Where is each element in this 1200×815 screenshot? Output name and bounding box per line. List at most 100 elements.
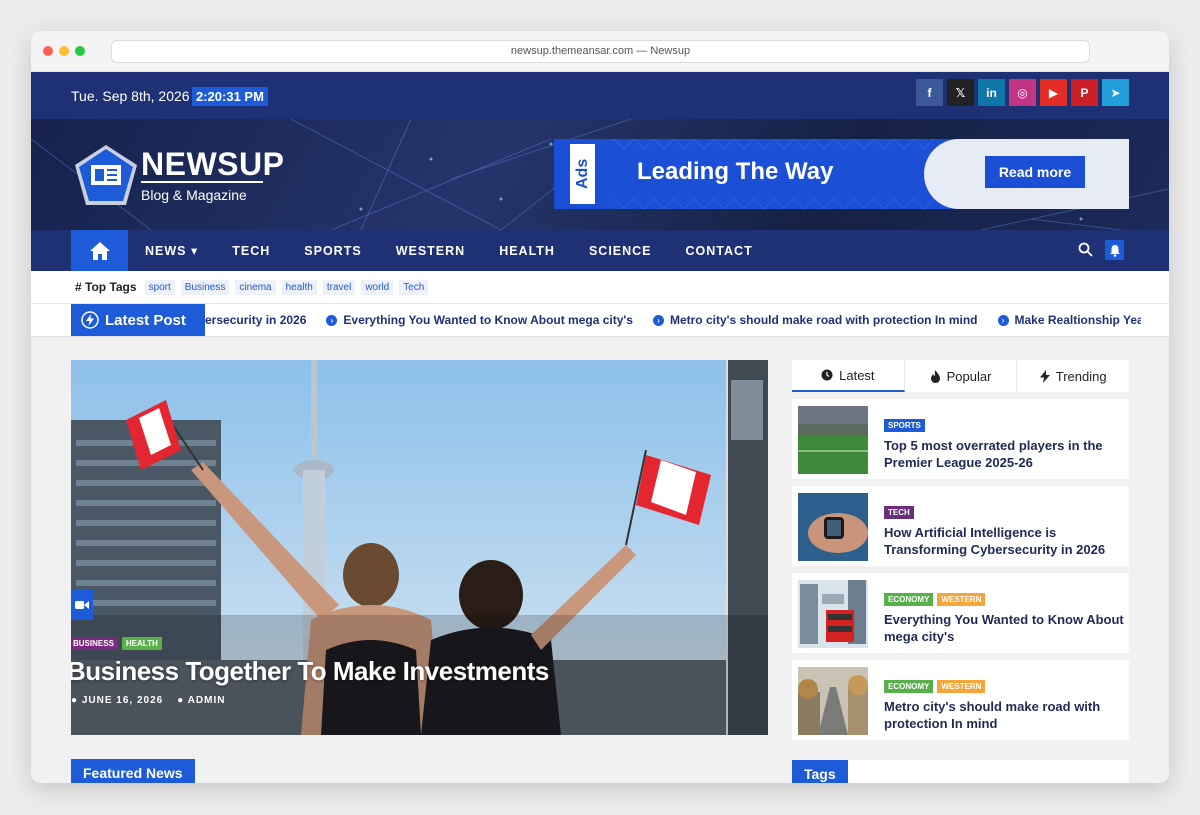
sidebar-post[interactable]: SPORTS Top 5 most overrated players in th… bbox=[792, 399, 1129, 479]
ticker-item-text: Everything You Wanted to Know About mega… bbox=[343, 313, 633, 327]
ticker-items: ersecurity in 2026 › Everything You Wanted… bbox=[205, 304, 1141, 336]
category-badge[interactable]: HEALTH bbox=[121, 637, 162, 650]
clock-icon: ● bbox=[71, 695, 82, 706]
category-badge[interactable]: ECONOMY bbox=[884, 680, 934, 693]
tag-link[interactable]: health bbox=[281, 279, 317, 295]
tag-link[interactable]: world bbox=[361, 279, 394, 295]
address-bar[interactable]: newsup.themeansar.com — Newsup bbox=[111, 40, 1090, 63]
latest-post-ticker: Latest Post ersecurity in 2026 › Everythin… bbox=[31, 304, 1169, 337]
category-badge[interactable]: BUSINESS bbox=[71, 637, 118, 650]
sidebar-post[interactable]: ECONOMY WESTERN Everything You Wanted to K… bbox=[792, 573, 1129, 653]
ticker-item[interactable]: › Everything You Wanted to Know About meg… bbox=[326, 313, 633, 327]
post-title[interactable]: Top 5 most overrated players in the Prem… bbox=[884, 437, 1124, 471]
home-button[interactable] bbox=[71, 230, 128, 271]
ad-read-more-button[interactable]: Read more bbox=[985, 156, 1085, 188]
sidebar-tabs: Latest Popular Trending bbox=[792, 360, 1129, 392]
ad-label: Ads bbox=[570, 144, 595, 204]
post-title[interactable]: Metro city's should make road with prote… bbox=[884, 698, 1124, 732]
facebook-icon: f bbox=[927, 85, 932, 100]
latest-post-label-text: Latest Post bbox=[105, 311, 186, 329]
sidebar-post[interactable]: ECONOMY WESTERN Metro city's should make r… bbox=[792, 660, 1129, 740]
arrow-circle-icon: › bbox=[326, 314, 338, 326]
search-button[interactable] bbox=[1078, 242, 1093, 262]
featured-news-title: Featured News bbox=[71, 759, 195, 783]
site-logo[interactable]: NEWSUP Blog & Magazine bbox=[71, 143, 284, 209]
instagram-icon: ◎ bbox=[1017, 85, 1028, 100]
current-time: 2:20:31 PM bbox=[192, 87, 268, 106]
telegram-icon: ➤ bbox=[1110, 85, 1121, 100]
nav-item-news[interactable]: NEWS ▾ bbox=[145, 243, 198, 258]
nav-item-science[interactable]: SCIENCE bbox=[589, 244, 652, 258]
nav-item-contact[interactable]: CONTACT bbox=[686, 244, 753, 258]
category-badge[interactable]: SPORTS bbox=[884, 419, 925, 432]
hero-date-text: JUNE 16, 2026 bbox=[81, 695, 164, 706]
close-window-dot[interactable] bbox=[43, 46, 53, 56]
instagram-link[interactable]: ◎ bbox=[1009, 79, 1036, 106]
logo-subtitle: Blog & Magazine bbox=[141, 187, 247, 203]
nav-item-sports[interactable]: SPORTS bbox=[304, 244, 361, 258]
tag-link[interactable]: Tech bbox=[399, 279, 429, 295]
telegram-link[interactable]: ➤ bbox=[1102, 79, 1129, 106]
youtube-icon: ▶ bbox=[1048, 85, 1059, 100]
category-badge[interactable]: TECH bbox=[884, 506, 914, 519]
bolt-circle-icon bbox=[81, 311, 99, 329]
facebook-link[interactable]: f bbox=[916, 79, 943, 106]
tab-popular-label: Popular bbox=[946, 368, 992, 384]
post-thumbnail[interactable] bbox=[798, 667, 868, 735]
browser-chrome: newsup.themeansar.com — Newsup bbox=[31, 31, 1169, 72]
linkedin-icon: in bbox=[986, 85, 997, 100]
nav-menu: NEWS ▾ TECH SPORTS WESTERN HEALTH SCIENCE CONT… bbox=[145, 230, 787, 271]
linkedin-link[interactable]: in bbox=[978, 79, 1005, 106]
tab-popular[interactable]: Popular bbox=[905, 360, 1018, 392]
hero-slider[interactable]: BUSINESS HEALTH Business Together To Make… bbox=[71, 360, 768, 735]
tab-latest[interactable]: Latest bbox=[792, 360, 905, 392]
tag-link[interactable]: cinema bbox=[235, 279, 276, 295]
youtube-link[interactable]: ▶ bbox=[1040, 79, 1067, 106]
ad-banner[interactable]: Ads Leading The Way Read more bbox=[554, 139, 1129, 209]
post-thumbnail[interactable] bbox=[798, 406, 868, 474]
video-badge[interactable] bbox=[71, 590, 93, 620]
category-badge[interactable]: WESTERN bbox=[937, 680, 986, 693]
post-title[interactable]: Everything You Wanted to Know About mega… bbox=[884, 611, 1124, 645]
tab-trending[interactable]: Trending bbox=[1017, 360, 1129, 392]
arrow-circle-icon: › bbox=[997, 314, 1009, 326]
main-nav: NEWS ▾ TECH SPORTS WESTERN HEALTH SCIENCE CONT… bbox=[31, 230, 1169, 271]
hero-meta: ● JUNE 16, 2026 ● ADMIN bbox=[71, 695, 225, 706]
tag-link[interactable]: travel bbox=[322, 279, 356, 295]
tags-widget-title: Tags bbox=[792, 760, 848, 783]
post-thumbnail[interactable] bbox=[798, 493, 868, 561]
notification-button[interactable] bbox=[1105, 240, 1124, 260]
tag-link[interactable]: Business bbox=[180, 279, 230, 295]
ad-headline: Leading The Way bbox=[637, 158, 834, 185]
maximize-window-dot[interactable] bbox=[75, 46, 85, 56]
x-link[interactable]: 𝕏 bbox=[947, 79, 974, 106]
hero-author[interactable]: ● ADMIN bbox=[177, 695, 225, 706]
ticker-item[interactable]: ersecurity in 2026 bbox=[205, 313, 306, 327]
category-badge[interactable]: WESTERN bbox=[937, 593, 986, 606]
ticker-item[interactable]: › Metro city's should make road with prot… bbox=[652, 313, 978, 327]
sidebar-post[interactable]: TECH How Artificial Intelligence is Trans… bbox=[792, 486, 1129, 566]
pinterest-link[interactable]: P bbox=[1071, 79, 1098, 106]
minimize-window-dot[interactable] bbox=[59, 46, 69, 56]
tab-trending-label: Trending bbox=[1055, 368, 1107, 384]
logo-title: NEWSUP bbox=[141, 146, 285, 182]
nav-item-western[interactable]: WESTERN bbox=[396, 244, 466, 258]
post-categories: SPORTS bbox=[884, 419, 925, 432]
nav-item-tech[interactable]: TECH bbox=[232, 244, 270, 258]
hero-title[interactable]: Business Together To Make Investments bbox=[71, 656, 549, 687]
page: Tue. Sep 8th, 2026 2:20:31 PM f 𝕏in ◎ ▶ P ➤ bbox=[31, 72, 1169, 783]
hero-author-text: ADMIN bbox=[187, 695, 226, 706]
post-title[interactable]: How Artificial Intelligence is Transform… bbox=[884, 524, 1124, 558]
video-camera-icon bbox=[75, 601, 89, 609]
top-tags-list: sport Business cinema health travel world Tech bbox=[144, 279, 435, 295]
tag-link[interactable]: sport bbox=[144, 279, 175, 295]
category-badge[interactable]: ECONOMY bbox=[884, 593, 934, 606]
nav-item-health[interactable]: HEALTH bbox=[499, 244, 555, 258]
site-header: NEWSUP Blog & Magazine Ads Leading The W… bbox=[31, 119, 1169, 230]
sidebar-post-list: SPORTS Top 5 most overrated players in th… bbox=[792, 399, 1129, 740]
hero-date[interactable]: ● JUNE 16, 2026 bbox=[71, 695, 163, 706]
user-icon: ● bbox=[177, 695, 188, 706]
ticker-item[interactable]: › Make Realtionship Years Li bbox=[997, 313, 1141, 327]
sidebar-widget: Latest Popular Trending SPORTS Top 5 most… bbox=[792, 360, 1129, 740]
post-thumbnail[interactable] bbox=[798, 580, 868, 648]
